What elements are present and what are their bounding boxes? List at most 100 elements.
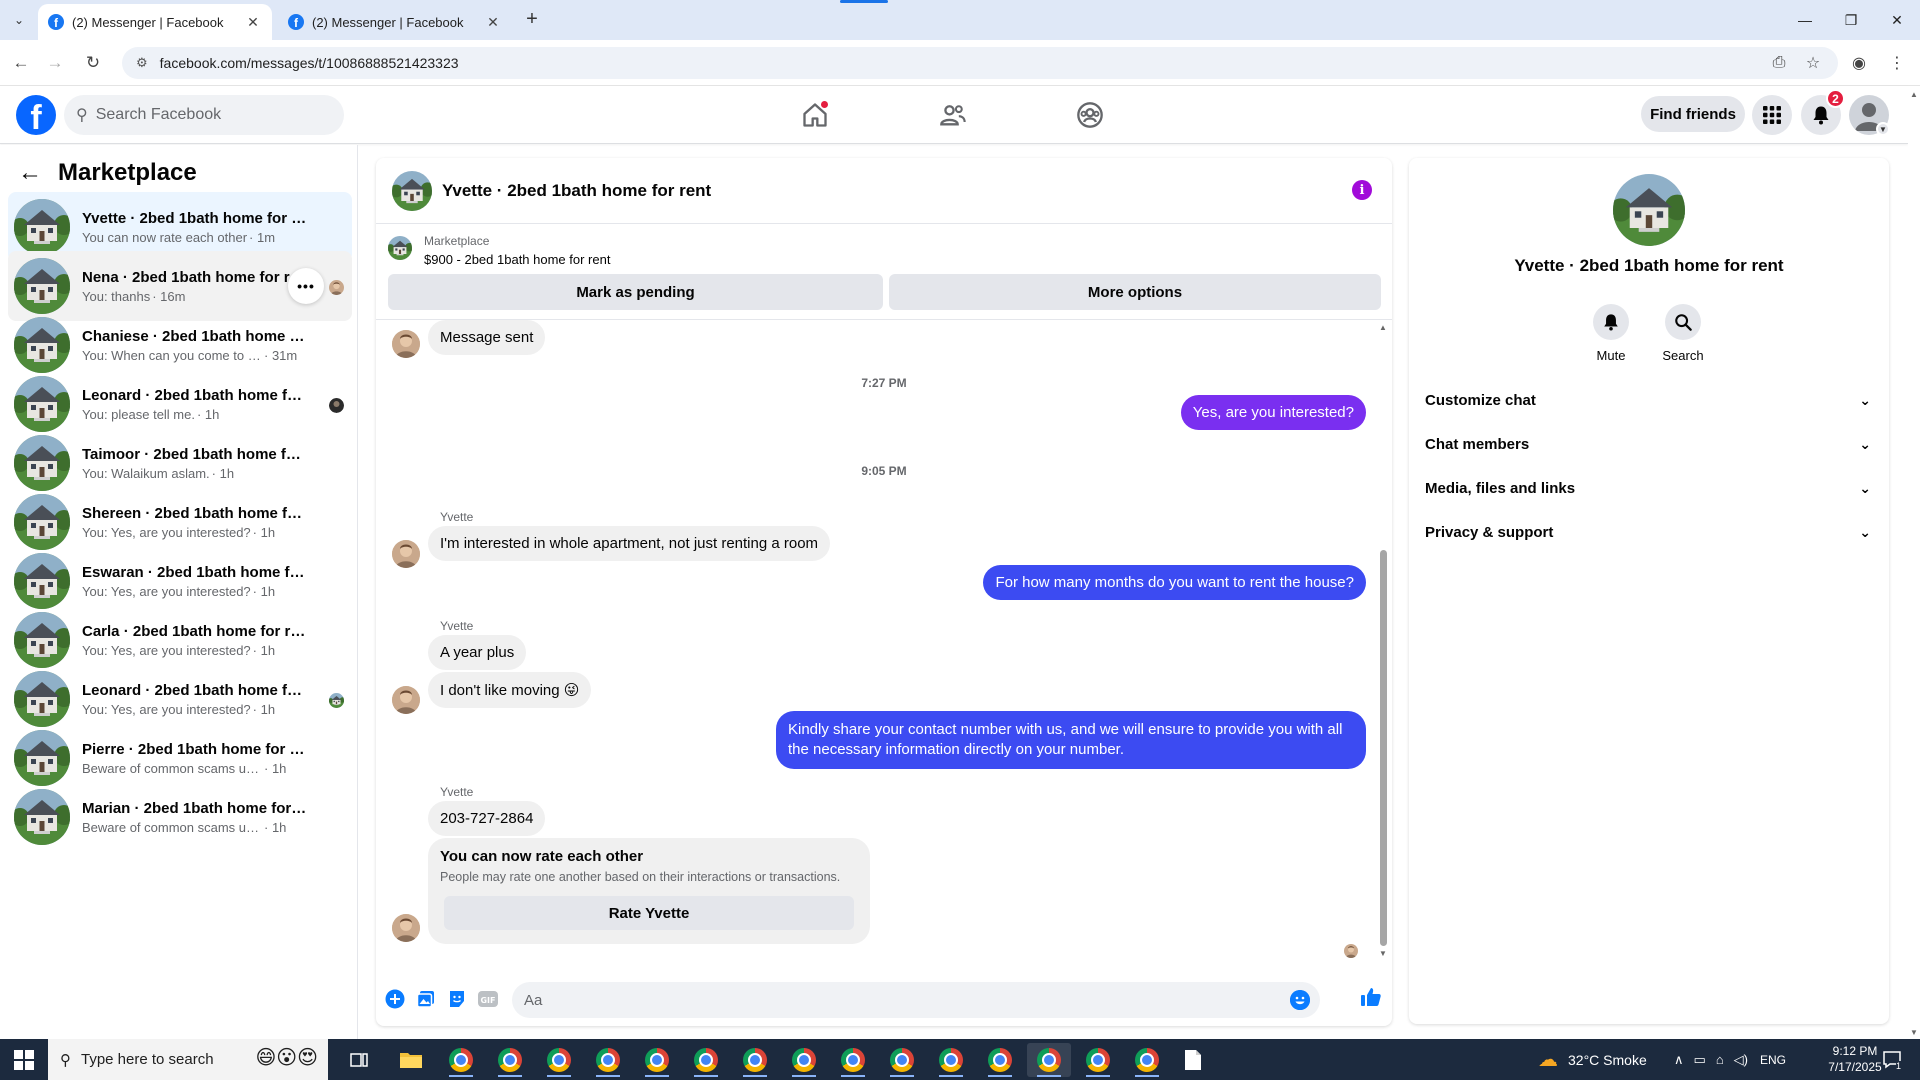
notepad-icon[interactable] <box>1171 1043 1215 1077</box>
profile-icon[interactable]: ◉ <box>1846 50 1872 76</box>
photo-icon[interactable] <box>415 988 437 1010</box>
language-indicator[interactable]: ENG <box>1760 1053 1786 1067</box>
chat-more-options-icon[interactable]: ••• <box>288 268 324 304</box>
mark-as-pending-button[interactable]: Mark as pending <box>388 274 883 310</box>
privacy-support-row[interactable]: Privacy & support ⌄ <box>1425 512 1877 552</box>
menu-button[interactable] <box>1752 95 1792 135</box>
chat-members-row[interactable]: Chat members ⌄ <box>1425 424 1877 464</box>
forward-icon[interactable]: → <box>42 50 68 76</box>
scrollbar-thumb[interactable] <box>1380 550 1387 946</box>
site-settings-icon[interactable]: ⚙ <box>136 55 148 71</box>
chrome-taskbar-icon[interactable] <box>488 1043 532 1077</box>
home-nav-button[interactable] <box>760 91 870 139</box>
chrome-taskbar-icon[interactable] <box>880 1043 924 1077</box>
scroll-up-arrow-icon[interactable]: ▲ <box>1379 324 1387 332</box>
chrome-taskbar-icon[interactable] <box>831 1043 875 1077</box>
browser-tab-1[interactable]: f (2) Messenger | Facebook ✕ <box>38 4 272 40</box>
chat-list-item[interactable]: Marian · 2bed 1bath home for rent Beware … <box>8 782 352 852</box>
add-more-icon[interactable] <box>384 988 406 1010</box>
listing-title[interactable]: $900 - 2bed 1bath home for rent <box>424 252 610 267</box>
account-chevron-down-icon[interactable]: ▼ <box>1876 122 1890 136</box>
emoji-icon[interactable] <box>1290 990 1310 1010</box>
notifications-button[interactable]: 2 <box>1801 89 1845 135</box>
chrome-taskbar-icon[interactable] <box>1027 1043 1071 1077</box>
message-bubble-outgoing[interactable]: Kindly share your contact number with us… <box>776 711 1366 769</box>
sticker-icon[interactable] <box>446 988 468 1010</box>
back-arrow-icon[interactable]: ← <box>18 159 42 187</box>
restore-button[interactable]: ❐ <box>1828 0 1874 40</box>
message-input[interactable] <box>524 991 1264 1009</box>
message-bubble-incoming[interactable]: I'm interested in whole apartment, not j… <box>428 526 831 561</box>
action-center-icon[interactable]: 1 <box>1882 1039 1904 1080</box>
meet-now-icon[interactable]: ▭ <box>1694 1052 1706 1068</box>
chrome-taskbar-icon[interactable] <box>684 1043 728 1077</box>
chrome-taskbar-icon[interactable] <box>782 1043 826 1077</box>
message-bubble-incoming[interactable]: 203-727-2864 <box>428 801 546 836</box>
facebook-search[interactable]: ⚲ <box>64 95 344 135</box>
chrome-taskbar-icon[interactable] <box>1076 1043 1120 1077</box>
search-action[interactable]: Search <box>1653 304 1713 363</box>
close-tab-icon[interactable]: ✕ <box>484 14 502 31</box>
chrome-taskbar-icon[interactable] <box>733 1043 777 1077</box>
weather-widget[interactable]: ☁ 32°C Smoke <box>1538 1039 1647 1080</box>
file-explorer-icon[interactable] <box>389 1043 433 1077</box>
chrome-taskbar-icon[interactable] <box>439 1043 483 1077</box>
scroll-up-arrow-icon[interactable]: ▲ <box>1910 90 1918 99</box>
reload-icon[interactable]: ↻ <box>80 50 106 76</box>
chrome-taskbar-icon[interactable] <box>586 1043 630 1077</box>
windows-start-icon[interactable] <box>14 1050 34 1070</box>
message-bubble-incoming[interactable]: Message sent <box>428 320 546 355</box>
find-friends-button[interactable]: Find friends <box>1641 96 1745 132</box>
scroll-down-arrow-icon[interactable]: ▼ <box>1910 1028 1918 1037</box>
message-bubble-incoming[interactable]: A year plus <box>428 635 527 670</box>
rate-user-button[interactable]: Rate Yvette <box>444 896 854 930</box>
new-tab-button[interactable]: + <box>520 8 544 32</box>
info-icon[interactable]: i <box>1352 180 1372 200</box>
chrome-taskbar-icon[interactable] <box>978 1043 1022 1077</box>
taskbar-clock[interactable]: 9:12 PM 7/17/2025 <box>1824 1043 1886 1075</box>
back-icon[interactable]: ← <box>8 50 34 76</box>
minimize-button[interactable]: — <box>1782 0 1828 40</box>
bookmark-star-icon[interactable]: ☆ <box>1800 50 1826 76</box>
taskbar-search[interactable]: ⚲ Type here to search 😄😮😍 <box>48 1039 328 1080</box>
conversation-thumbnail[interactable] <box>392 170 432 211</box>
network-icon[interactable]: ⌂ <box>1716 1052 1724 1067</box>
chrome-taskbar-icon[interactable] <box>1125 1043 1169 1077</box>
media-files-links-row[interactable]: Media, files and links ⌄ <box>1425 468 1877 508</box>
show-hidden-icons-icon[interactable]: ∧ <box>1674 1052 1684 1068</box>
close-tab-icon[interactable]: ✕ <box>244 14 262 31</box>
volume-icon[interactable]: ◁) <box>1734 1052 1748 1068</box>
chrome-taskbar-icon[interactable] <box>929 1043 973 1077</box>
customize-chat-row[interactable]: Customize chat ⌄ <box>1425 380 1877 420</box>
scroll-down-arrow-icon[interactable]: ▼ <box>1379 950 1387 958</box>
message-bubble-outgoing[interactable]: Yes, are you interested? <box>1180 395 1366 430</box>
address-bar[interactable]: ⚙ facebook.com/messages/t/10086888521423… <box>122 47 1838 79</box>
install-app-icon[interactable]: ⎙ <box>1766 50 1792 76</box>
browser-tab-2[interactable]: f (2) Messenger | Facebook ✕ <box>278 4 512 40</box>
search-highlight-emoji-icon[interactable]: 😄😮😍 <box>255 1045 318 1070</box>
browser-menu-icon[interactable]: ⋮ <box>1884 50 1910 76</box>
friends-nav-button[interactable] <box>898 91 1008 139</box>
thumbs-up-icon[interactable] <box>1360 986 1382 1008</box>
more-options-button[interactable]: More options <box>889 274 1381 310</box>
page-scrollbar[interactable]: ▲ ▼ <box>1908 86 1920 1039</box>
close-window-button[interactable]: ✕ <box>1874 0 1920 40</box>
tab-search-chevron-icon[interactable]: ⌄ <box>6 7 32 33</box>
message-bubble-outgoing[interactable]: For how many months do you want to rent … <box>983 565 1366 600</box>
mute-action[interactable]: Mute <box>1581 304 1641 363</box>
groups-nav-button[interactable] <box>1035 91 1145 139</box>
search-icon[interactable] <box>1665 304 1701 340</box>
listing-thumbnail[interactable] <box>388 236 412 260</box>
message-bubble-incoming[interactable]: I don't like moving 😜 <box>428 672 592 708</box>
gif-icon[interactable]: GIF <box>477 988 499 1010</box>
message-input-box[interactable] <box>512 982 1320 1018</box>
chat-info-thumbnail[interactable] <box>1613 174 1685 246</box>
facebook-logo-icon[interactable]: f <box>16 95 56 135</box>
bell-icon[interactable] <box>1593 304 1629 340</box>
message-scrollbar[interactable]: ▲ ▼ <box>1378 324 1388 960</box>
conversation-title[interactable]: Yvette · 2bed 1bath home for rent <box>442 181 711 201</box>
task-view-icon[interactable] <box>337 1043 381 1077</box>
chrome-taskbar-icon[interactable] <box>537 1043 581 1077</box>
facebook-search-input[interactable] <box>95 106 316 124</box>
chrome-taskbar-icon[interactable] <box>635 1043 679 1077</box>
